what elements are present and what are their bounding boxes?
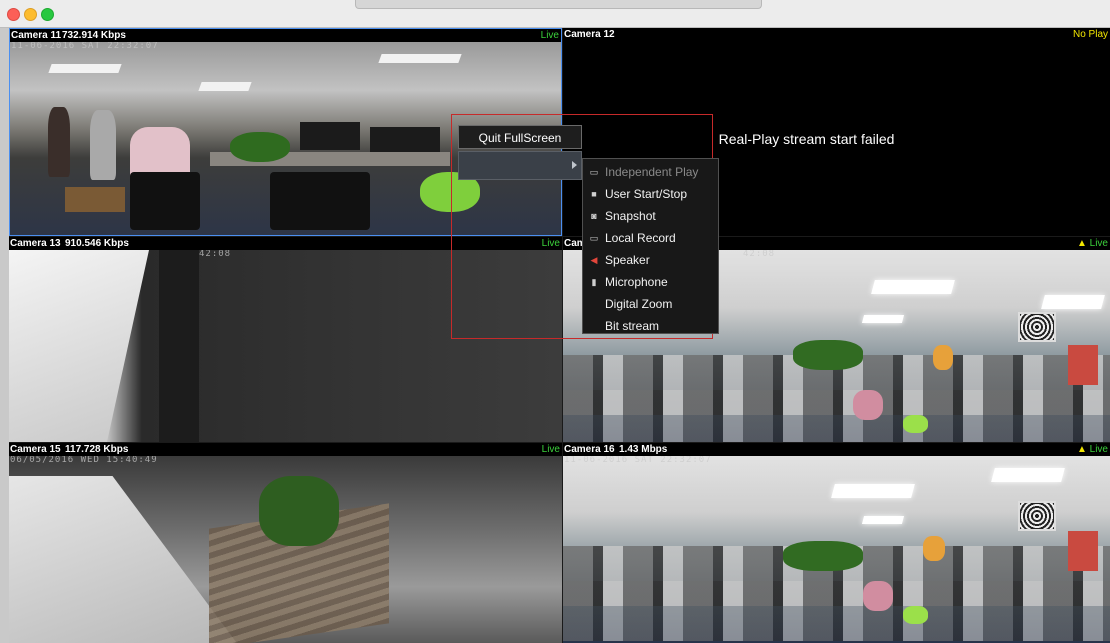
camera-status-text: Live: [1089, 444, 1108, 455]
camera-header: Camera 16 1.43 Mbps ▲ Live: [563, 443, 1110, 456]
menu-item-bit-stream[interactable]: Bit stream: [583, 315, 718, 337]
menu-item-speaker[interactable]: ◀ Speaker: [583, 249, 718, 271]
camera-15-tile[interactable]: Camera 15 117.728 Kbps Live 06/05/2016 W…: [9, 443, 562, 643]
camera-name: Camera 12: [564, 29, 615, 40]
minimize-window-button[interactable]: [24, 8, 37, 21]
menu-item-label: Independent Play: [605, 165, 699, 179]
camera-osd-timestamp: 06/05/2016 WED 15:40:49: [10, 455, 158, 465]
chevron-right-icon: [572, 161, 577, 169]
context-menu-submenu-trigger[interactable]: [458, 151, 582, 180]
context-submenu: ▭ Independent Play ■ User Start/Stop ◙ S…: [582, 158, 719, 334]
camera-bitrate: 117.728 Kbps: [65, 444, 129, 455]
camera-bitrate: 910.546 Kbps: [65, 238, 129, 249]
camera-osd-timestamp: 42:08: [199, 249, 232, 259]
camera-header: Camera 12 No Play: [563, 28, 1110, 41]
camera-name: Camera 15: [10, 444, 61, 455]
menu-item-local-record[interactable]: ▭ Local Record: [583, 227, 718, 249]
menu-item-independent-play[interactable]: ▭ Independent Play: [583, 161, 718, 183]
camera-icon: ◙: [591, 211, 597, 221]
camera-status: No Play: [1072, 29, 1108, 40]
camera-status: Live: [541, 444, 560, 455]
camera-name: Camera 16: [564, 444, 615, 455]
speaker-icon: ◀: [590, 255, 598, 265]
camera-status: ▲ Live: [1076, 238, 1108, 249]
menu-item-microphone[interactable]: ▮ Microphone: [583, 271, 718, 293]
menu-item-snapshot[interactable]: ◙ Snapshot: [583, 205, 718, 227]
camera-name: Camera 13: [10, 238, 61, 249]
title-tab: [355, 0, 762, 9]
camera-osd-timestamp: 11-06-2016 SAT 22:32:07: [11, 41, 159, 51]
camera-status-text: Live: [1089, 238, 1108, 249]
quit-fullscreen-menu-item[interactable]: Quit FullScreen: [458, 125, 582, 149]
camera-video-feed: [9, 250, 562, 442]
menu-item-label: Microphone: [605, 275, 668, 289]
close-window-button[interactable]: [7, 8, 20, 21]
menu-item-label: Snapshot: [605, 209, 656, 223]
camera-status: ▲ Live: [1076, 444, 1108, 455]
camera-grid: Camera 11 732.914 Kbps Live 11-06-2016 S…: [9, 28, 1110, 643]
record-icon: ▭: [589, 233, 599, 243]
camera-bitrate: 732.914 Kbps: [62, 30, 126, 41]
camera-status: Live: [540, 30, 559, 41]
stream-error-message: Real-Play stream start failed: [563, 131, 1110, 147]
menu-item-label: Bit stream: [605, 319, 660, 333]
quit-fullscreen-label: Quit FullScreen: [478, 131, 562, 145]
menu-item-label: Digital Zoom: [605, 297, 673, 311]
menu-item-label: Local Record: [605, 231, 676, 245]
window-titlebar: [0, 0, 1110, 28]
camera-name: Camera 11: [11, 30, 62, 41]
stream-error-text: Real-Play stream start failed: [718, 131, 895, 147]
stop-icon: ■: [591, 189, 597, 199]
camera-status: Live: [541, 238, 560, 249]
camera-osd-timestamp: 42:08: [743, 249, 776, 259]
menu-item-user-start-stop[interactable]: ■ User Start/Stop: [583, 183, 718, 205]
microphone-icon: ▮: [591, 277, 597, 287]
camera-osd-timestamp: 11-06-2016 SAT 22:32:07: [564, 455, 712, 465]
maximize-window-button[interactable]: [41, 8, 54, 21]
menu-item-label: Speaker: [605, 253, 650, 267]
camera-header: Camera 13 910.546 Kbps Live: [9, 237, 562, 250]
menu-item-digital-zoom[interactable]: Digital Zoom: [583, 293, 718, 315]
camera-16-tile[interactable]: Camera 16 1.43 Mbps ▲ Live 11-06-2016 SA…: [563, 443, 1110, 643]
camera-video-feed: [9, 456, 562, 643]
camera-header: Camera 15 117.728 Kbps Live: [9, 443, 562, 456]
menu-item-label: User Start/Stop: [605, 187, 688, 201]
camera-header: Camera 11 732.914 Kbps Live: [10, 29, 561, 42]
independent-play-icon: ▭: [589, 167, 599, 177]
camera-bitrate: 1.43 Mbps: [619, 444, 668, 455]
camera-video-feed: [563, 456, 1110, 643]
camera-13-tile[interactable]: Camera 13 910.546 Kbps Live 42:08: [9, 237, 562, 442]
